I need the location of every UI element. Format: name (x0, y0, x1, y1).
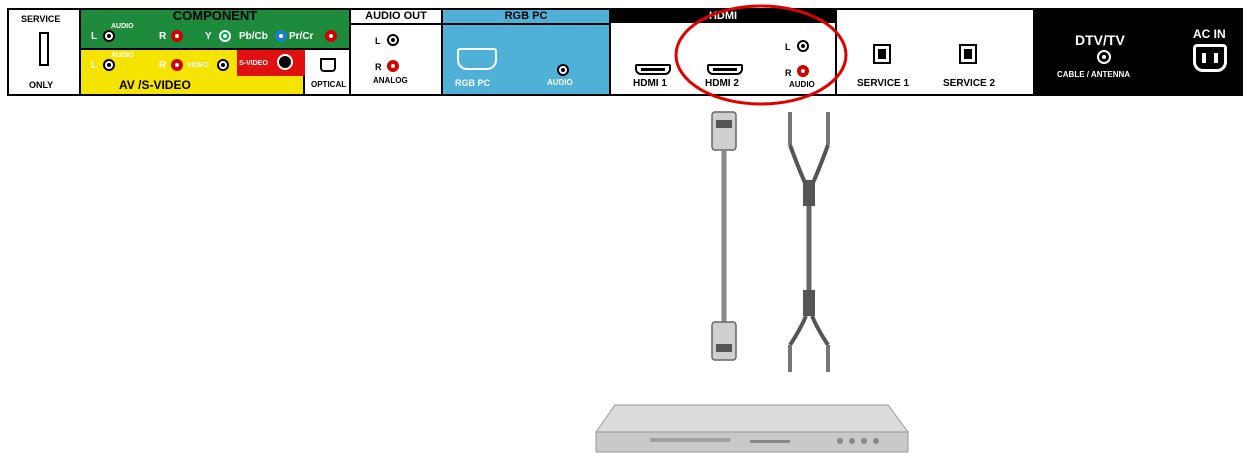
dvd-player-icon (595, 404, 909, 453)
audio-cable-icon (788, 112, 830, 372)
hdmi-cable-icon (711, 111, 737, 361)
cables-diagram (595, 111, 909, 453)
